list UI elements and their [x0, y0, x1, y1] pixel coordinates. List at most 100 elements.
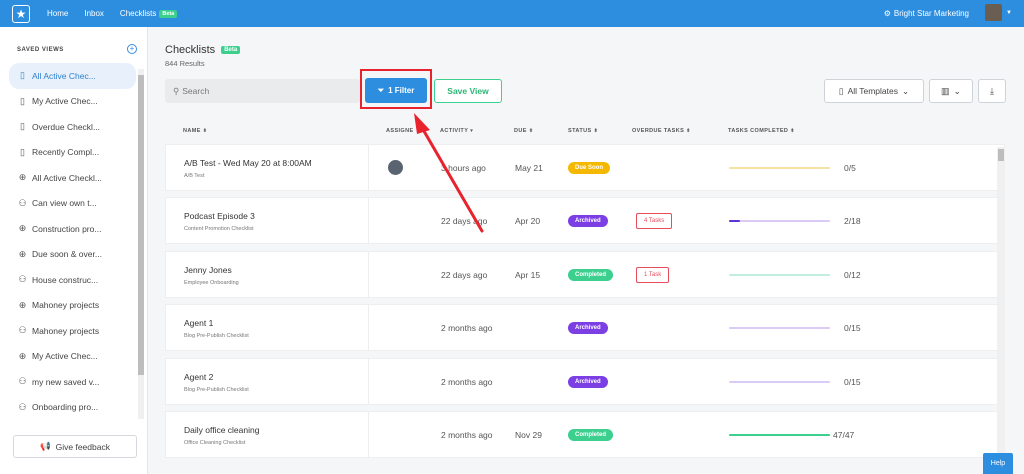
progress-bar-fill [729, 220, 741, 222]
beta-badge: Beta [159, 9, 178, 18]
columns-icon: ▥ [940, 85, 950, 96]
sidebar-item-saved-view[interactable]: ▯ All Active Chec... [9, 63, 136, 89]
megaphone-icon: 📢 [40, 441, 51, 451]
sidebar-item-label: Mahoney projects [32, 325, 100, 336]
results-count: 844 Results [165, 59, 205, 68]
sidebar-item-saved-view[interactable]: ▯ Recently Compl... [9, 140, 136, 166]
activity-time: 2 months ago [441, 430, 493, 440]
table-scrollbar-thumb[interactable] [998, 149, 1004, 161]
sidebar-item-label: House construc... [32, 274, 99, 285]
nav-checklists[interactable]: Checklists Beta [120, 9, 178, 18]
sort-icon: ⬍ [686, 128, 691, 134]
due-date: May 21 [515, 163, 543, 173]
checklist-name[interactable]: A/B Test - Wed May 20 at 8:00AM [184, 158, 312, 168]
checklist-name[interactable]: Podcast Episode 3 [184, 211, 255, 221]
activity-time: 22 days ago [441, 216, 488, 226]
status-badge: Archived [568, 215, 608, 227]
table-row[interactable]: Daily office cleaning Office Cleaning Che… [165, 411, 1005, 458]
saved-views-list: ▯ All Active Chec... ▯ My Active Chec... ▯ Ov… [9, 63, 136, 420]
progress-bar [729, 381, 830, 383]
table-row[interactable]: Agent 1 Blog Pre-Publish Checklist 2 month… [165, 304, 1005, 351]
star-logo-icon[interactable]: ★ [12, 4, 30, 23]
saved-views-title: SAVED VIEWS [17, 47, 64, 53]
table-row[interactable]: A/B Test - Wed May 20 at 8:00AM A/B Test 3… [165, 144, 1005, 191]
checklist-name[interactable]: Jenny Jones [184, 265, 232, 275]
save-view-button[interactable]: Save View [434, 79, 502, 103]
sidebar-item-saved-view[interactable]: ⚇ Mahoney projects [9, 318, 136, 344]
progress-bar [729, 167, 830, 169]
assignee-avatar[interactable] [388, 160, 403, 175]
sidebar-item-saved-view[interactable]: ⊕ My Active Chec... [9, 344, 136, 370]
checklist-template: Content Promotion Checklist [184, 226, 254, 232]
checklist-template: Blog Pre-Publish Checklist [184, 387, 249, 393]
users-icon: ⚇ [18, 401, 27, 412]
column-divider [368, 145, 369, 190]
column-header-name[interactable]: NAME ⬍ [183, 128, 207, 134]
title-beta-badge: Beta [221, 46, 241, 55]
chevron-down-icon[interactable]: ▼ [1006, 10, 1012, 16]
column-header-assigne[interactable]: ASSIGNE [386, 128, 414, 134]
table-scrollbar[interactable] [997, 147, 1005, 474]
globe-icon: ⊕ [18, 223, 27, 234]
status-badge: Completed [568, 269, 614, 281]
search-input[interactable]: ⚲ Search [165, 79, 360, 103]
sidebar-item-label: Recently Compl... [32, 147, 100, 158]
page-title: Checklists Beta [165, 44, 241, 56]
sidebar-item-label: My Active Chec... [32, 351, 98, 362]
sidebar-item-label: Onboarding pro... [32, 402, 99, 413]
page-title-text: Checklists [165, 44, 216, 56]
tasks-completed-count: 2/18 [844, 216, 861, 226]
add-saved-view-icon[interactable]: + [127, 44, 137, 54]
column-header-label: TASKS COMPLETED [728, 128, 789, 134]
globe-icon: ⊕ [18, 350, 27, 361]
column-header-tasks-completed[interactable]: TASKS COMPLETED ⬍ [728, 128, 795, 134]
help-button[interactable]: Help [983, 453, 1013, 474]
give-feedback-button[interactable]: 📢 Give feedback [13, 435, 137, 458]
activity-time: 2 months ago [441, 377, 493, 387]
sidebar-item-label: Overdue Checkl... [32, 121, 101, 132]
sidebar-item-saved-view[interactable]: ⊕ All Active Checkl... [9, 165, 136, 191]
column-header-overdue-tasks[interactable]: OVERDUE TASKS ⬍ [632, 128, 691, 134]
download-button[interactable]: ⤓ [978, 79, 1006, 103]
org-name: Bright Star Marketing [893, 9, 969, 18]
progress-bar [729, 327, 830, 329]
overdue-tasks-badge[interactable]: 4 Tasks [636, 213, 673, 229]
column-header-activity[interactable]: ACTIVITY ▾ [440, 128, 473, 134]
sidebar-item-saved-view[interactable]: ⊕ Construction pro... [9, 216, 136, 242]
templates-dropdown[interactable]: ▯ All Templates ⌄ [824, 79, 924, 103]
sidebar-item-saved-view[interactable]: ▯ Overdue Checkl... [9, 114, 136, 140]
columns-dropdown[interactable]: ▥ ⌄ [929, 79, 973, 103]
checklist-name[interactable]: Agent 2 [184, 372, 213, 382]
sidebar-item-saved-view[interactable]: ⊕ Mahoney projects [9, 293, 136, 319]
sidebar-item-saved-view[interactable]: ⚇ House construc... [9, 267, 136, 293]
sidebar-item-saved-view[interactable]: ▯ My Active Chec... [9, 89, 136, 115]
overdue-tasks-badge[interactable]: 1 Task [636, 267, 670, 283]
sidebar-item-saved-view[interactable]: ⚇ Onboarding pro... [9, 395, 136, 421]
progress-bar-fill [729, 434, 830, 436]
nav-inbox[interactable]: Inbox [84, 9, 104, 18]
table-row[interactable]: Podcast Episode 3 Content Promotion Check… [165, 197, 1005, 244]
globe-icon: ⊕ [18, 299, 27, 310]
checklist-name[interactable]: Agent 1 [184, 318, 213, 328]
checklist-template: Blog Pre-Publish Checklist [184, 333, 249, 339]
column-header-label: OVERDUE TASKS [632, 128, 685, 134]
user-avatar[interactable] [985, 4, 1002, 21]
sidebar-item-saved-view[interactable]: ⚇ Can view own t... [9, 191, 136, 217]
checklist-name[interactable]: Daily office cleaning [184, 425, 259, 435]
sidebar-item-saved-view[interactable]: ⊕ Due soon & over... [9, 242, 136, 268]
column-header-due[interactable]: DUE ⬍ [514, 128, 533, 134]
table-row[interactable]: Agent 2 Blog Pre-Publish Checklist 2 month… [165, 358, 1005, 405]
table-row[interactable]: Jenny Jones Employee Onboarding 22 days ag… [165, 251, 1005, 298]
nav-home[interactable]: Home [47, 9, 68, 18]
saved-views-sidebar: SAVED VIEWS + ▯ All Active Chec... ▯ My Act… [0, 27, 148, 474]
tasks-completed-count: 0/5 [844, 163, 856, 173]
sidebar-scrollbar[interactable] [138, 69, 144, 419]
sort-icon: ⬍ [528, 128, 534, 134]
due-date: Apr 20 [515, 216, 541, 226]
sidebar-scrollbar-thumb[interactable] [138, 75, 144, 375]
sidebar-item-label: All Active Checkl... [32, 172, 102, 183]
search-icon: ⚲ [173, 85, 180, 96]
column-header-status[interactable]: STATUS ⬍ [568, 128, 598, 134]
sidebar-item-saved-view[interactable]: ⚇ my new saved v... [9, 369, 136, 395]
organization-switcher[interactable]: ⚙ Bright Star Marketing [884, 9, 969, 18]
